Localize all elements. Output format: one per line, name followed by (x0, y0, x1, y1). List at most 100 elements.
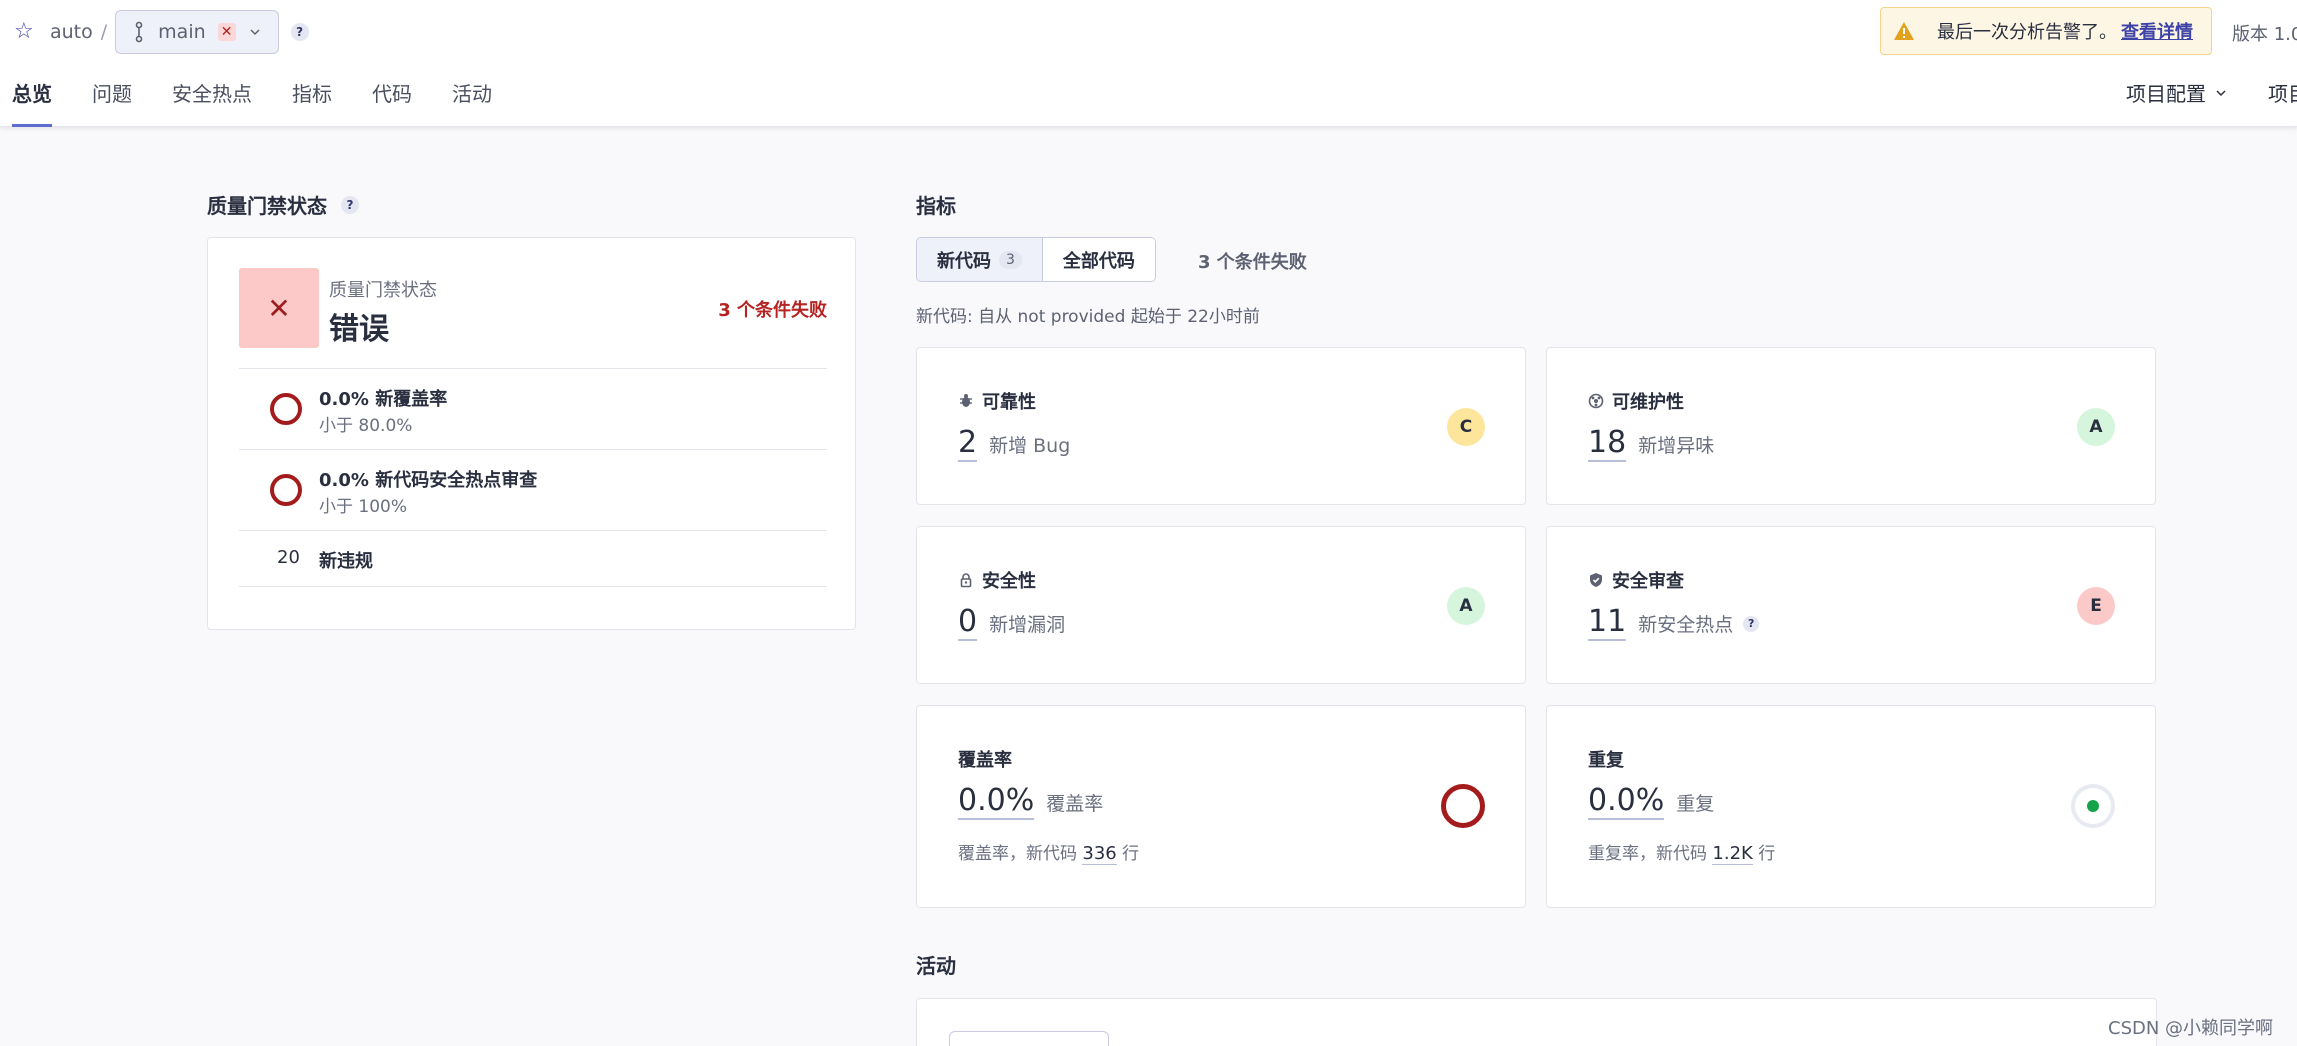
code-scope-toggle: 新代码 3 全部代码 (916, 237, 1156, 282)
condition-item[interactable]: 20 新违规 (239, 530, 827, 587)
condition-threshold: 小于 100% (319, 497, 408, 517)
security-review-title: 安全审查 (1612, 571, 1684, 592)
metrics-failed-summary: 3 个条件失败 (1198, 252, 1307, 273)
activity-filter-select[interactable] (949, 1031, 1109, 1046)
branch-selector[interactable]: main ✕ (115, 10, 279, 54)
reliability-rating-badge[interactable]: C (1447, 408, 1485, 446)
tab-new-code[interactable]: 新代码 3 (917, 238, 1043, 281)
quality-gate-failed-summary[interactable]: 3 个条件失败 (718, 296, 827, 322)
quality-gate-section-title: 质量门禁状态 ? (207, 190, 359, 219)
quality-gate-status: 错误 (329, 312, 389, 347)
chevron-down-icon (2216, 89, 2226, 96)
maintainability-title: 可维护性 (1612, 392, 1684, 413)
new-vulnerabilities-value[interactable]: 0 (958, 605, 978, 641)
maintainability-card[interactable]: 可维护性 18 新增异味 A (1546, 347, 2156, 505)
metrics-section-title: 指标 (916, 190, 956, 219)
star-icon[interactable]: ☆ (14, 21, 36, 43)
reliability-card[interactable]: 可靠性 2 新增 Bug C (916, 347, 1526, 505)
condition-item[interactable]: 0.0% 新覆盖率 小于 80.0% (239, 368, 827, 449)
duplication-status-dot (2087, 800, 2099, 812)
new-bugs-label: 新增 Bug (989, 435, 1071, 457)
lock-icon (960, 573, 972, 588)
duplication-foot-prefix: 重复率，新代码 (1588, 844, 1707, 864)
warning-details-link[interactable]: 查看详情 (2121, 18, 2193, 44)
duplication-label: 重复 (1676, 793, 1715, 815)
project-config-label: 项目配置 (2126, 82, 2206, 106)
coverage-label: 覆盖率 (1046, 793, 1104, 815)
new-vulnerabilities-label: 新增漏洞 (989, 614, 1066, 636)
project-config-menu[interactable]: 项目配置 (2126, 78, 2228, 107)
branch-name: main (158, 21, 206, 43)
duplication-card[interactable]: 重复 0.0% 重复 重复率，新代码 1.2K 行 (1546, 705, 2156, 908)
card-value: 0 新增漏洞 (958, 605, 1065, 641)
coverage-title: 覆盖率 (958, 750, 1012, 771)
main-tabs: 总览 问题 安全热点 指标 代码 活动 (12, 78, 532, 127)
warning-text: 最后一次分析告警了。 (1937, 22, 2117, 43)
help-icon[interactable]: ? (341, 195, 359, 214)
security-review-card[interactable]: 安全审查 11 新安全热点 ? E (1546, 526, 2156, 684)
card-title: 覆盖率 (958, 746, 1012, 772)
breadcrumb-project[interactable]: auto (50, 21, 93, 43)
tab-overview[interactable]: 总览 (12, 78, 52, 127)
card-title: 可靠性 (958, 388, 1036, 414)
version-label: 版本 1.0 (2232, 24, 2297, 45)
quality-gate-heading: 质量门禁状态 (207, 194, 327, 218)
duplication-foot-suffix: 行 (1758, 844, 1776, 864)
reliability-title: 可靠性 (982, 392, 1036, 413)
tab-overall-code[interactable]: 全部代码 (1042, 238, 1155, 281)
new-security-hotspots-label: 新安全热点 ? (1638, 610, 1760, 637)
metrics-heading: 指标 (916, 194, 956, 218)
project-info-menu[interactable]: 项目 (2268, 78, 2297, 107)
coverage-lines-info: 覆盖率，新代码 336 行 (958, 839, 1139, 865)
condition-item[interactable]: 0.0% 新代码安全热点审查 小于 100% (239, 449, 827, 530)
new-code-period-info: 新代码: 自从 not provided 起始于 22小时前 (916, 307, 1260, 327)
new-lines-value[interactable]: 1.2K (1712, 843, 1753, 865)
help-icon[interactable]: ? (1743, 615, 1760, 632)
lines-to-cover-value[interactable]: 336 (1082, 843, 1117, 865)
tab-security-hotspots[interactable]: 安全热点 (172, 78, 271, 127)
card-title: 重复 (1588, 746, 1624, 772)
activity-heading: 活动 (916, 954, 956, 978)
tab-issues[interactable]: 问题 (92, 78, 151, 127)
duplication-lines-info: 重复率，新代码 1.2K 行 (1588, 839, 1776, 865)
violations-count: 20 (277, 547, 300, 568)
card-value: 0.0% 覆盖率 (958, 784, 1103, 820)
card-title: 可维护性 (1588, 388, 1684, 414)
watermark: CSDN @小赖同学啊 (2108, 1018, 2274, 1039)
new-code-smells-value[interactable]: 18 (1588, 426, 1627, 462)
tab-measures[interactable]: 指标 (292, 78, 351, 127)
quality-gate-label: 质量门禁状态 (329, 280, 437, 301)
coverage-ring-icon (270, 393, 302, 425)
security-review-rating-badge[interactable]: E (2077, 587, 2115, 625)
tab-new-code-label: 新代码 (937, 250, 991, 272)
help-icon[interactable]: ? (290, 23, 309, 41)
card-value: 11 新安全热点 ? (1588, 605, 1760, 641)
branch-status-error-icon: ✕ (217, 23, 236, 41)
card-value: 0.0% 重复 (1588, 784, 1714, 820)
coverage-ring-icon (1441, 784, 1485, 828)
coverage-value[interactable]: 0.0% (958, 784, 1035, 820)
code-smell-icon (1588, 393, 1604, 409)
security-title: 安全性 (982, 571, 1036, 592)
project-menu: 项目配置 项目 (2126, 78, 2297, 107)
condition-title: 0.0% 新代码安全热点审查 (319, 470, 538, 491)
activity-panel (916, 998, 2157, 1046)
maintainability-rating-badge[interactable]: A (2077, 408, 2115, 446)
warning-icon (1894, 22, 1914, 40)
condition-title: 0.0% 新覆盖率 (319, 389, 448, 410)
violations-label: 新违规 (319, 551, 373, 572)
analysis-warning-banner: 最后一次分析告警了。 查看详情 (1880, 7, 2212, 55)
security-card[interactable]: 安全性 0 新增漏洞 A (916, 526, 1526, 684)
shield-icon (1590, 573, 1602, 587)
tab-activity[interactable]: 活动 (452, 78, 511, 127)
duplication-ring-icon (2071, 784, 2115, 828)
tab-code[interactable]: 代码 (372, 78, 431, 127)
coverage-card[interactable]: 覆盖率 0.0% 覆盖率 覆盖率，新代码 336 行 (916, 705, 1526, 908)
security-rating-badge[interactable]: A (1447, 587, 1485, 625)
new-security-hotspots-value[interactable]: 11 (1588, 605, 1627, 641)
bug-icon (960, 394, 972, 407)
new-bugs-value[interactable]: 2 (958, 426, 978, 462)
card-title: 安全审查 (1588, 567, 1684, 593)
duplication-value[interactable]: 0.0% (1588, 784, 1665, 820)
card-value: 2 新增 Bug (958, 426, 1070, 462)
